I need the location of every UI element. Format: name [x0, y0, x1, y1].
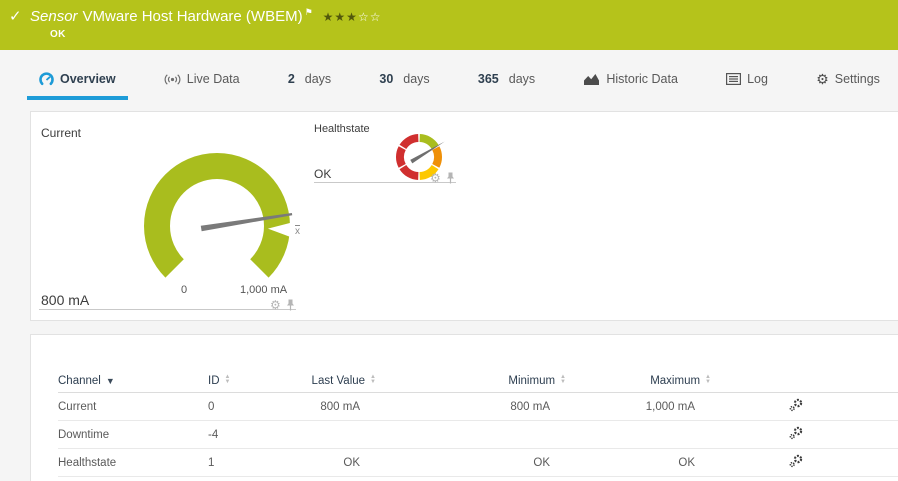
tab-30-days[interactable]: 30 days: [367, 62, 441, 100]
channel-settings-button[interactable]: [789, 454, 811, 471]
tab-365-days-number: 365: [477, 72, 499, 86]
current-gauge-needle: [200, 213, 293, 232]
tab-2-days[interactable]: 2 days: [276, 62, 343, 100]
channel-settings-button[interactable]: [789, 426, 811, 443]
channel-settings-gears-icon: [789, 454, 803, 468]
tab-30-days-number: 30: [379, 72, 394, 86]
cell-minimum: OK: [533, 456, 550, 469]
healthstate-segment-green: [419, 134, 439, 150]
stars-empty[interactable]: ☆☆: [358, 10, 382, 24]
live-data-icon: [164, 73, 181, 85]
tab-overview-label: Overview: [60, 72, 116, 86]
current-gauge-pin-icon[interactable]: [286, 299, 295, 311]
current-gauge-scale-min: 0: [181, 284, 188, 296]
sensor-status-text: OK: [50, 29, 66, 40]
column-header-channel[interactable]: Channel ▼: [58, 375, 208, 387]
cell-id: 0: [208, 400, 215, 413]
table-row-downtime[interactable]: Downtime -4: [58, 421, 898, 449]
current-gauge-arc: [144, 152, 290, 278]
column-header-maximum[interactable]: Maximum ▲ ▼: [566, 374, 711, 387]
sort-toggle-icon: ▲ ▼: [705, 374, 711, 386]
tab-2-days-unit: days: [304, 72, 332, 86]
tab-overview[interactable]: Overview: [27, 62, 128, 100]
current-gauge-scale-max: 1,000 mA: [240, 284, 288, 296]
healthstate-gauge-value: OK: [314, 167, 332, 181]
column-header-minimum-label: Minimum: [508, 374, 556, 387]
healthstate-gauge-needle: [410, 141, 445, 164]
healthstate-gauge-title: Healthstate: [314, 123, 370, 135]
tab-live-data-label: Live Data: [186, 72, 240, 86]
gauges-graphic: [144, 134, 445, 278]
current-gauge-tools: ⚙: [270, 299, 295, 311]
cell-maximum: 1,000 mA: [645, 400, 695, 413]
column-header-minimum[interactable]: Minimum ▲ ▼: [376, 374, 566, 387]
tab-settings-label: Settings: [834, 72, 880, 86]
channel-settings-gears-icon: [789, 398, 803, 412]
healthstate-segment-red-3: [399, 134, 419, 150]
current-gauge-gear-icon[interactable]: ⚙: [270, 299, 281, 311]
column-header-last-value-label: Last Value: [311, 374, 366, 387]
current-gauge-divider: [39, 309, 296, 310]
tab-bar: Overview Live Data 2 days 30 days 365 da…: [0, 62, 898, 100]
gauges-panel: Current Healthstate 0 1,000 mA x 800 mA …: [30, 111, 898, 321]
cell-id: 1: [208, 456, 215, 469]
sort-toggle-icon: ▲ ▼: [224, 374, 231, 386]
tab-settings[interactable]: ⚙ Settings: [804, 62, 892, 100]
cell-last-value: OK: [343, 456, 360, 469]
table-row-healthstate[interactable]: Healthstate 1 OK OK OK: [58, 449, 898, 477]
sensor-title: VMware Host Hardware (WBEM): [82, 8, 303, 25]
settings-gear-icon: ⚙: [816, 71, 829, 87]
column-header-id-label: ID: [208, 374, 220, 387]
tab-365-days[interactable]: 365 days: [466, 62, 547, 100]
healthstate-gauge-pin-icon[interactable]: [446, 172, 455, 184]
healthstate-gauge-tools: ⚙: [430, 172, 455, 184]
table-row-current[interactable]: Current 0 800 mA 800 mA 1,000 mA: [58, 393, 898, 421]
tab-historic-data-label: Historic Data: [606, 72, 678, 86]
priority-stars[interactable]: ★★★☆☆: [323, 10, 382, 24]
current-gauge-mean-notch: [267, 222, 293, 238]
cell-id: -4: [208, 428, 219, 441]
column-header-maximum-label: Maximum: [650, 374, 701, 387]
log-list-icon: [726, 73, 742, 85]
healthstate-segment-red-1: [399, 164, 419, 180]
healthstate-segment-red-2: [395, 146, 406, 168]
tab-live-data[interactable]: Live Data: [152, 62, 252, 100]
channel-table-header-row: Channel ▼ ID ▲ ▼ Last Value ▲ ▼ Minimum ▲ ▼ Max…: [58, 369, 898, 393]
tab-30-days-unit: days: [403, 72, 430, 86]
tab-365-days-unit: days: [508, 72, 536, 86]
column-header-last-value[interactable]: Last Value ▲ ▼: [304, 374, 376, 387]
healthstate-segment-orange: [432, 146, 443, 168]
column-header-channel-label: Channel: [58, 374, 101, 387]
tab-historic-data[interactable]: Historic Data: [571, 62, 690, 100]
channel-table: Channel ▼ ID ▲ ▼ Last Value ▲ ▼ Minimum ▲ ▼ Max…: [58, 369, 898, 477]
cell-minimum: 800 mA: [510, 400, 550, 413]
current-gauge-title: Current: [41, 126, 82, 140]
column-header-id[interactable]: ID ▲ ▼: [208, 374, 304, 387]
channels-panel: Channel ▼ ID ▲ ▼ Last Value ▲ ▼ Minimum ▲ ▼ Max…: [30, 334, 898, 481]
channel-settings-gears-icon: [789, 426, 803, 440]
overview-gauge-icon: [39, 71, 54, 85]
flag-icon[interactable]: ⚑: [305, 7, 313, 17]
sensor-kind-label: Sensor: [30, 8, 78, 25]
tab-log[interactable]: Log: [714, 62, 780, 100]
channel-settings-button[interactable]: [789, 398, 811, 415]
current-gauge-mean-label: x: [295, 226, 300, 237]
cell-channel: Current: [58, 400, 97, 413]
sensor-status-banner: ✓ Sensor VMware Host Hardware (WBEM) ⚑ ★★★☆…: [0, 0, 898, 50]
cell-last-value: 800 mA: [320, 400, 360, 413]
sort-desc-icon: ▼: [105, 375, 115, 386]
tab-2-days-number: 2: [287, 72, 295, 86]
historic-data-chart-icon: [584, 73, 600, 85]
cell-channel: Downtime: [58, 428, 110, 441]
stars-filled[interactable]: ★★★: [323, 10, 358, 24]
tab-log-label: Log: [747, 72, 768, 86]
cell-maximum: OK: [678, 456, 695, 469]
current-gauge-value: 800 mA: [41, 292, 90, 308]
cell-channel: Healthstate: [58, 456, 117, 469]
healthstate-gauge-gear-icon[interactable]: ⚙: [430, 172, 441, 184]
ok-check-icon: ✓: [9, 8, 22, 25]
